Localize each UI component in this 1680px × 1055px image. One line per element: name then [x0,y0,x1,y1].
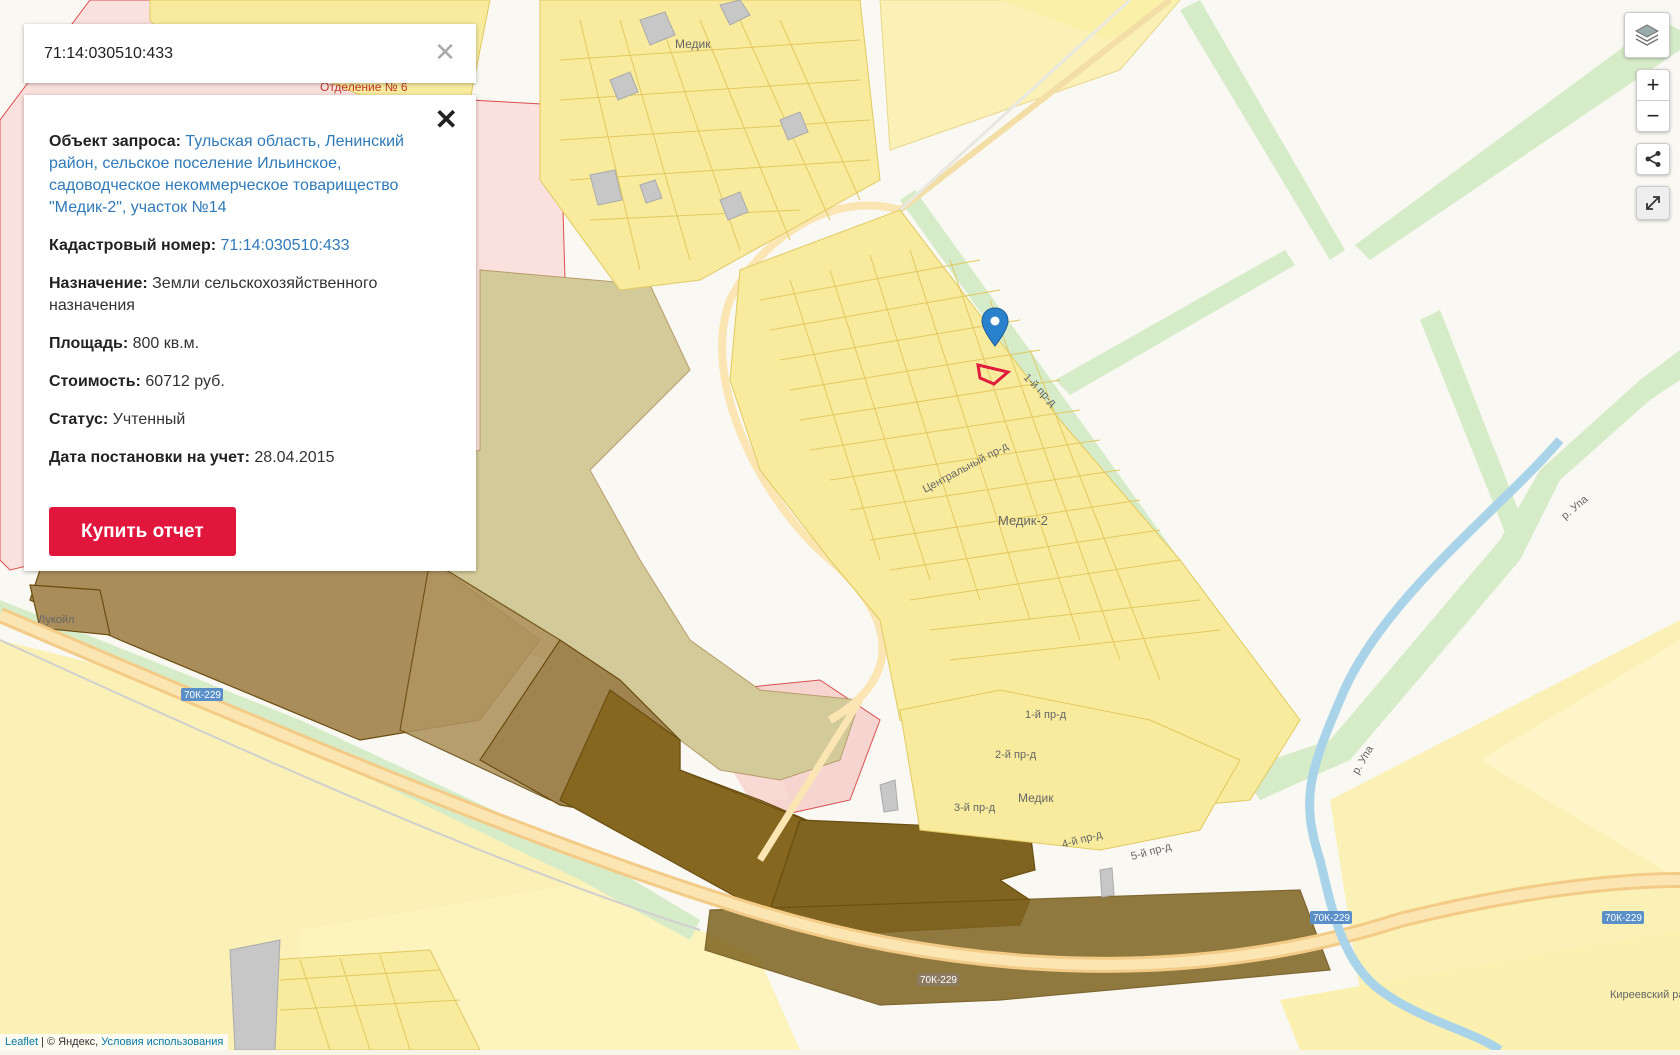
road-sign-1: 70К-229 [184,690,221,701]
label-medik-bottom: Медик [1018,791,1054,805]
cost-value: 60712 руб. [145,373,225,390]
search-box: ✕ [24,24,476,83]
zoom-out-button[interactable]: − [1637,101,1669,131]
label-street-3: 3-й пр-д [954,802,996,814]
area-label: Площадь: [49,335,129,352]
info-panel: ✕ Объект запроса: Тульская область, Лени… [24,95,476,571]
layers-button[interactable] [1624,12,1670,58]
clear-search-icon[interactable]: ✕ [434,38,456,66]
yandex-text: | © Яндекс, [38,1036,102,1048]
status-row: Статус: Учтенный [49,409,452,431]
search-input[interactable] [42,43,426,64]
date-label: Дата постановки на учет: [49,449,250,466]
label-street-1b: 1-й пр-д [1025,709,1067,721]
object-row: Объект запроса: Тульская область, Ленинс… [49,131,452,219]
label-medik2: Медик-2 [998,513,1048,528]
date-row: Дата постановки на учет: 28.04.2015 [49,447,452,469]
layers-icon [1634,24,1660,46]
label-medik: Медик [675,37,711,51]
fullscreen-icon [1646,196,1660,210]
label-lukoil: Лукойл [38,614,74,626]
cadastral-label: Кадастровый номер: [49,237,217,254]
zoom-in-button[interactable]: + [1637,70,1669,101]
purpose-row: Назначение: Земли сельскохозяйственного … [49,273,452,317]
date-value: 28.04.2015 [254,449,335,466]
road-sign-2: 70К-229 [920,975,957,986]
label-kireevsky: Киреевский район [1610,989,1680,1001]
status-label: Статус: [49,411,109,428]
cadastral-row: Кадастровый номер: 71:14:030510:433 [49,235,452,257]
share-icon [1645,151,1661,167]
road-sign-3: 70К-229 [1313,913,1350,924]
close-icon[interactable]: ✕ [435,105,458,135]
object-label: Объект запроса: [49,133,181,150]
purpose-label: Назначение: [49,275,148,292]
leaflet-link[interactable]: Leaflet [5,1036,38,1048]
buy-report-button[interactable]: Купить отчет [49,507,236,556]
fullscreen-button[interactable] [1636,186,1670,220]
label-street-2: 2-й пр-д [995,749,1037,761]
area-value: 800 кв.м. [132,335,200,352]
zoom-control: + − [1636,69,1670,132]
area-row: Площадь: 800 кв.м. [49,333,452,355]
share-button[interactable] [1636,143,1670,175]
terms-link[interactable]: Условия использования [101,1036,223,1048]
road-sign-4: 70К-229 [1605,913,1642,924]
cadastral-link[interactable]: 71:14:030510:433 [221,237,350,254]
cost-row: Стоимость: 60712 руб. [49,371,452,393]
cost-label: Стоимость: [49,373,141,390]
attribution: Leaflet | © Яндекс, Условия использовани… [0,1034,229,1050]
status-value: Учтенный [112,411,186,428]
